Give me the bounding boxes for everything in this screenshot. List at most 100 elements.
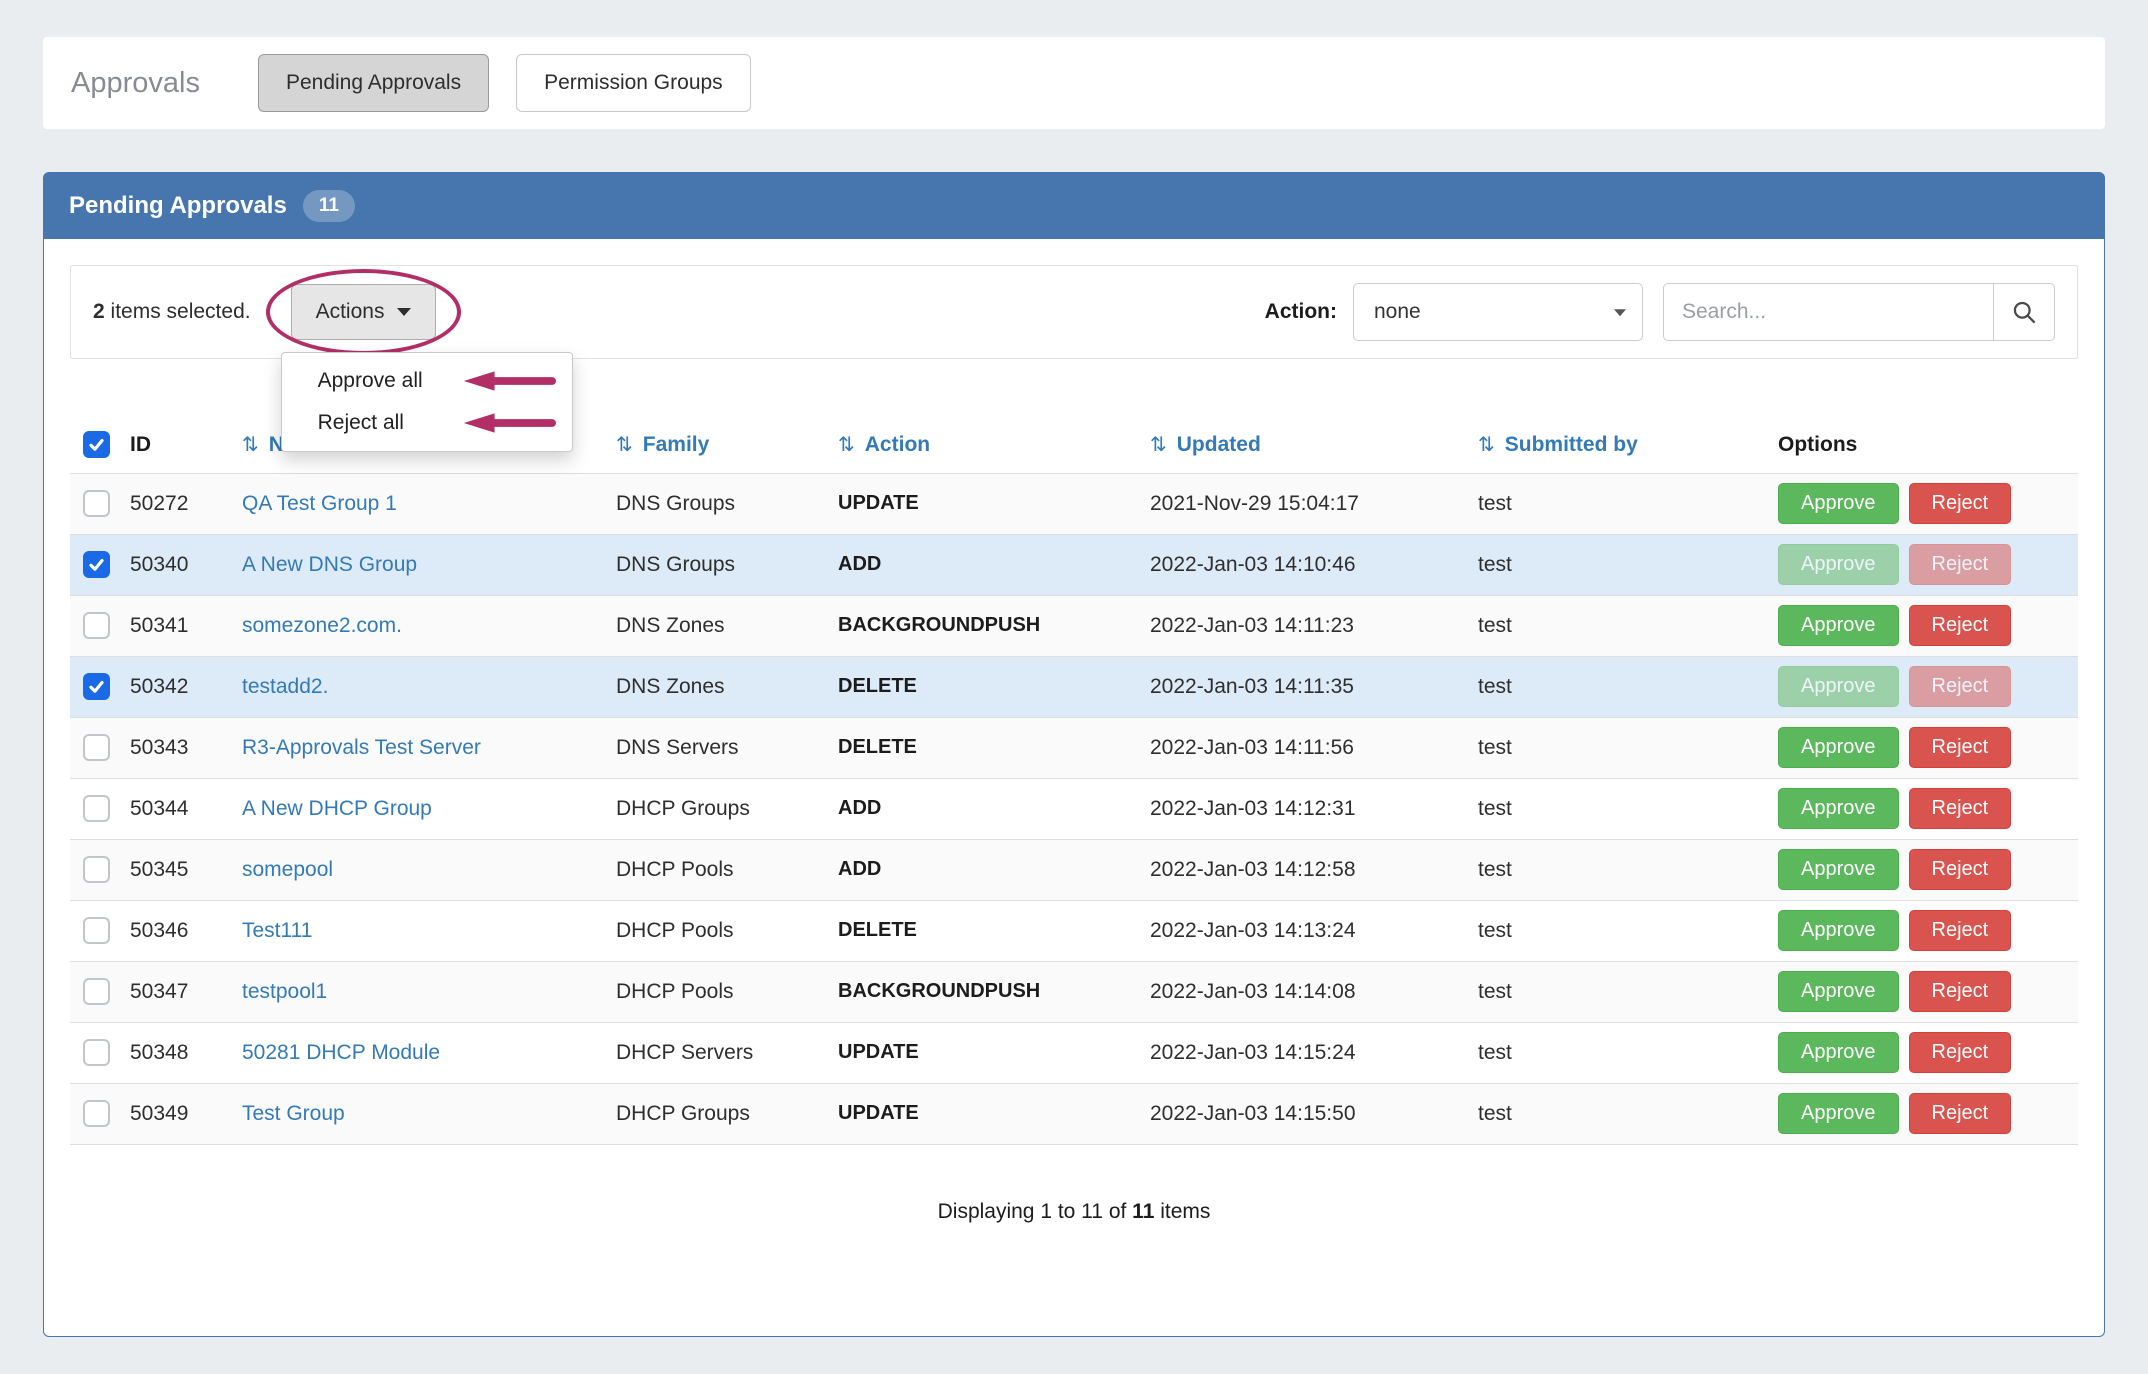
row-checkbox[interactable] bbox=[83, 734, 110, 761]
row-checkbox[interactable] bbox=[83, 978, 110, 1005]
reject-button[interactable]: Reject bbox=[1909, 1093, 2012, 1134]
search-group bbox=[1663, 283, 2055, 341]
column-header-family[interactable]: ⇅Family bbox=[616, 417, 838, 473]
row-name-link[interactable]: R3-Approvals Test Server bbox=[242, 736, 481, 759]
actions-dropdown-button[interactable]: Actions bbox=[291, 284, 437, 340]
row-options: ApproveReject bbox=[1778, 1093, 2062, 1134]
sort-icon: ⇅ bbox=[838, 434, 855, 456]
cell-action: ADD bbox=[838, 778, 1150, 839]
reject-button[interactable]: Reject bbox=[1909, 605, 2012, 646]
menu-item-approve-all[interactable]: Approve all bbox=[282, 360, 572, 402]
reject-button[interactable]: Reject bbox=[1909, 910, 2012, 951]
cell-family: DNS Zones bbox=[616, 595, 838, 656]
row-name-link[interactable]: somepool bbox=[242, 858, 333, 881]
approve-button[interactable]: Approve bbox=[1778, 544, 1899, 585]
column-header-submitted-by[interactable]: ⇅Submitted by bbox=[1478, 417, 1778, 473]
select-all-checkbox[interactable] bbox=[83, 431, 110, 458]
approve-button[interactable]: Approve bbox=[1778, 910, 1899, 951]
reject-button[interactable]: Reject bbox=[1909, 666, 2012, 707]
column-header-updated[interactable]: ⇅Updated bbox=[1150, 417, 1478, 473]
menu-item-reject-all[interactable]: Reject all bbox=[282, 402, 572, 444]
row-checkbox[interactable] bbox=[83, 612, 110, 639]
approve-button[interactable]: Approve bbox=[1778, 1093, 1899, 1134]
search-input[interactable] bbox=[1663, 283, 1993, 341]
row-name-link[interactable]: QA Test Group 1 bbox=[242, 492, 397, 515]
actions-dropdown: Actions Approve all Reject all bbox=[291, 284, 437, 340]
search-icon bbox=[2011, 299, 2038, 326]
row-name-link[interactable]: Test111 bbox=[242, 919, 312, 942]
cell-updated: 2022-Jan-03 14:15:24 bbox=[1150, 1022, 1478, 1083]
action-filter-select[interactable]: none bbox=[1353, 283, 1643, 341]
row-checkbox[interactable] bbox=[83, 917, 110, 944]
search-button[interactable] bbox=[1993, 283, 2055, 341]
column-header-action[interactable]: ⇅Action bbox=[838, 417, 1150, 473]
row-name-link[interactable]: A New DHCP Group bbox=[242, 797, 432, 820]
cell-submitted-by: test bbox=[1478, 1083, 1778, 1144]
row-name-link[interactable]: A New DNS Group bbox=[242, 553, 417, 576]
selected-count: 2 bbox=[93, 300, 105, 323]
row-checkbox[interactable] bbox=[83, 551, 110, 578]
reject-button[interactable]: Reject bbox=[1909, 849, 2012, 890]
cell-submitted-by: test bbox=[1478, 473, 1778, 534]
cell-updated: 2022-Jan-03 14:11:35 bbox=[1150, 656, 1478, 717]
cell-id: 50347 bbox=[130, 961, 242, 1022]
cell-submitted-by: test bbox=[1478, 1022, 1778, 1083]
reject-button[interactable]: Reject bbox=[1909, 1032, 2012, 1073]
row-options: ApproveReject bbox=[1778, 971, 2062, 1012]
annotation-arrow-icon bbox=[460, 368, 556, 394]
tab-pending-approvals[interactable]: Pending Approvals bbox=[258, 54, 489, 112]
column-header-id: ID bbox=[130, 417, 242, 473]
cell-id: 50272 bbox=[130, 473, 242, 534]
row-checkbox[interactable] bbox=[83, 795, 110, 822]
row-options: ApproveReject bbox=[1778, 666, 2062, 707]
row-options: ApproveReject bbox=[1778, 788, 2062, 829]
table-row: 50347testpool1DHCP PoolsBACKGROUNDPUSH20… bbox=[70, 961, 2078, 1022]
table-row: 50341somezone2.com.DNS ZonesBACKGROUNDPU… bbox=[70, 595, 2078, 656]
cell-family: DNS Zones bbox=[616, 656, 838, 717]
menu-item-label: Reject all bbox=[318, 411, 404, 435]
cell-family: DHCP Pools bbox=[616, 961, 838, 1022]
row-checkbox[interactable] bbox=[83, 673, 110, 700]
cell-action: BACKGROUNDPUSH bbox=[838, 961, 1150, 1022]
approve-button[interactable]: Approve bbox=[1778, 1032, 1899, 1073]
cell-submitted-by: test bbox=[1478, 839, 1778, 900]
cell-updated: 2022-Jan-03 14:15:50 bbox=[1150, 1083, 1478, 1144]
reject-button[interactable]: Reject bbox=[1909, 971, 2012, 1012]
cell-id: 50349 bbox=[130, 1083, 242, 1144]
cell-action: ADD bbox=[838, 534, 1150, 595]
approve-button[interactable]: Approve bbox=[1778, 483, 1899, 524]
approve-button[interactable]: Approve bbox=[1778, 849, 1899, 890]
approve-button[interactable]: Approve bbox=[1778, 971, 1899, 1012]
row-name-link[interactable]: testadd2. bbox=[242, 675, 328, 698]
row-name-link[interactable]: somezone2.com. bbox=[242, 614, 402, 637]
approve-button[interactable]: Approve bbox=[1778, 605, 1899, 646]
menu-item-label: Approve all bbox=[318, 369, 423, 393]
row-checkbox[interactable] bbox=[83, 856, 110, 883]
cell-submitted-by: test bbox=[1478, 656, 1778, 717]
approve-button[interactable]: Approve bbox=[1778, 666, 1899, 707]
table-row: 50342testadd2.DNS ZonesDELETE2022-Jan-03… bbox=[70, 656, 2078, 717]
approve-button[interactable]: Approve bbox=[1778, 727, 1899, 768]
cell-updated: 2022-Jan-03 14:12:31 bbox=[1150, 778, 1478, 839]
toolbar: 2 items selected. Actions Approve all R bbox=[70, 265, 2078, 359]
reject-button[interactable]: Reject bbox=[1909, 788, 2012, 829]
row-name-link[interactable]: Test Group bbox=[242, 1102, 345, 1125]
row-checkbox[interactable] bbox=[83, 1100, 110, 1127]
cell-id: 50344 bbox=[130, 778, 242, 839]
row-checkbox[interactable] bbox=[83, 490, 110, 517]
selected-text: items selected. bbox=[105, 300, 251, 323]
reject-button[interactable]: Reject bbox=[1909, 483, 2012, 524]
row-checkbox[interactable] bbox=[83, 1039, 110, 1066]
row-name-link[interactable]: testpool1 bbox=[242, 980, 327, 1003]
row-options: ApproveReject bbox=[1778, 1032, 2062, 1073]
cell-updated: 2022-Jan-03 14:12:58 bbox=[1150, 839, 1478, 900]
tab-permission-groups[interactable]: Permission Groups bbox=[516, 54, 751, 112]
sort-icon: ⇅ bbox=[616, 434, 633, 456]
cell-family: DHCP Pools bbox=[616, 900, 838, 961]
reject-button[interactable]: Reject bbox=[1909, 727, 2012, 768]
reject-button[interactable]: Reject bbox=[1909, 544, 2012, 585]
table-row: 50344A New DHCP GroupDHCP GroupsADD2022-… bbox=[70, 778, 2078, 839]
row-name-link[interactable]: 50281 DHCP Module bbox=[242, 1041, 440, 1064]
cell-id: 50346 bbox=[130, 900, 242, 961]
approve-button[interactable]: Approve bbox=[1778, 788, 1899, 829]
